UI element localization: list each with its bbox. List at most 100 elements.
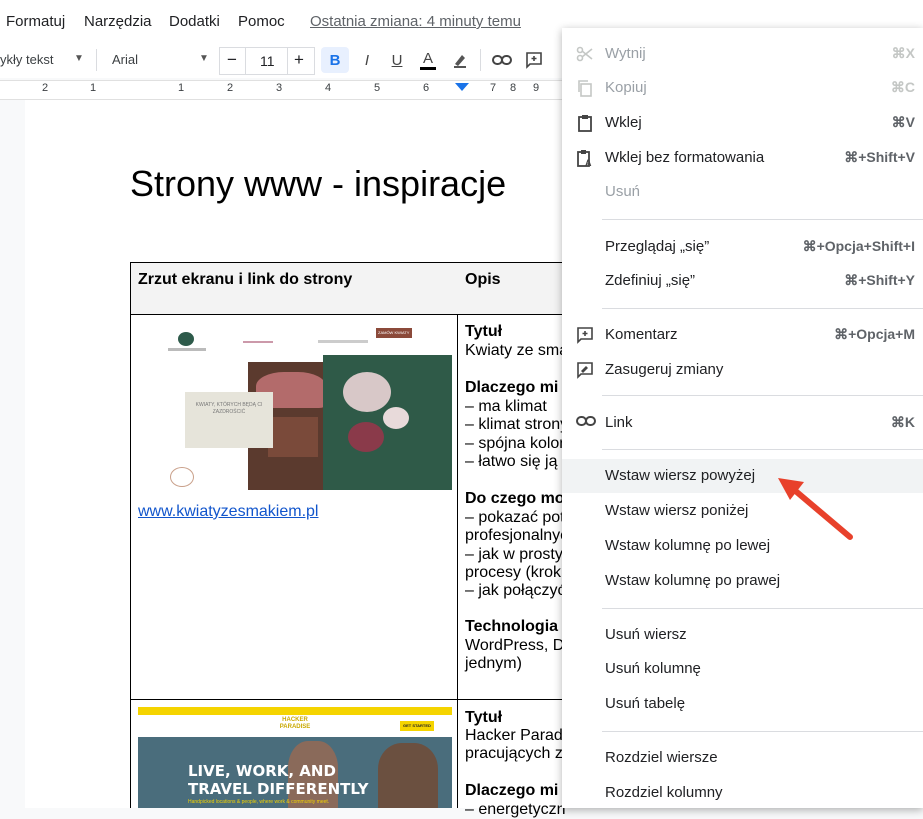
description-line: jednym) [465,655,522,672]
ruler-mark: 1 [178,82,185,94]
context-menu-label: Wklej bez formatowania [605,149,765,166]
description-line: Do czego mo [465,490,565,507]
context-menu-label: Kopiuj [605,79,647,96]
table-border [130,699,562,700]
plus-icon: + [294,50,304,69]
bold-button[interactable]: B [321,47,349,73]
context-menu-shortcut: ⌘+Shift+V [844,149,915,165]
context-menu-item[interactable]: A Wklej bez formatowania ⌘+Shift+V [562,141,923,175]
nav-dots [243,341,273,343]
context-menu-label: Zdefiniuj „się” [605,272,696,289]
context-menu-item[interactable]: Rozdziel wiersze [562,741,923,775]
announcement-bar [138,707,452,715]
context-menu-shortcut: ⌘+Opcja+Shift+I [802,238,915,254]
description-line: – energetyczn [465,801,566,818]
scissors-icon [576,45,596,63]
ruler-mark: 6 [423,82,430,94]
context-menu-item[interactable]: Komentarz ⌘+Opcja+M [562,318,923,352]
chevron-down-icon[interactable]: ▼ [199,53,209,64]
document-title: Strony www - inspiracje [130,163,507,204]
logo-tagline [168,348,206,351]
context-menu-shortcut: ⌘C [890,79,915,95]
description-line: WordPress, D [465,637,565,654]
text-color-button[interactable]: A [415,47,441,73]
last-edit-link[interactable]: Ostatnia zmiana: 4 minuty temu [310,13,521,30]
context-menu-label: Usuń [605,183,641,200]
menu-formatuj[interactable]: Formatuj [6,13,65,30]
table-border [457,262,458,808]
decorative-shell-icon [170,467,194,487]
hero-card-text: KWIATY, KTÓRYCH BĘDĄ CI ZAZDROŚCIĆ [195,402,263,415]
menu-dodatki[interactable]: Dodatki [169,13,220,30]
context-menu-item[interactable]: Wstaw kolumnę po prawej [562,564,923,598]
context-menu-item[interactable]: Usuń wiersz [562,618,923,652]
table-border [130,262,131,808]
font-select[interactable]: Arial [112,52,138,67]
flower-bloom [383,407,409,429]
underline-button[interactable]: U [384,47,410,73]
link-icon [576,414,596,432]
website-link-kwiaty[interactable]: www.kwiatyzesmakiem.pl [138,503,318,521]
hero-headline-2: TRAVEL DIFFERENTLY [188,780,369,798]
context-menu-item[interactable]: Wstaw wiersz poniżej [562,494,923,528]
menu-pomoc[interactable]: Pomoc [238,13,285,30]
description-line: – łatwo się ją [465,453,558,470]
context-menu-label: Wstaw wiersz powyżej [605,467,756,484]
clipboard-text-icon: A [576,149,596,168]
context-menu-item[interactable]: Usuń kolumnę [562,652,923,686]
highlight-pen-icon[interactable] [447,47,473,73]
get-started-button: GET STARTED [400,721,434,731]
ruler-mark: 4 [325,82,332,94]
description-line: Kwiaty ze sma [465,342,569,359]
description-line: Dlaczego mi [465,782,559,799]
context-menu-label: Rozdziel kolumny [605,784,723,801]
context-menu-label: Usuń kolumnę [605,660,701,677]
context-menu-item[interactable]: Zasugeruj zmiany [562,353,923,387]
context-menu-shortcut: ⌘V [891,114,915,130]
indent-marker-icon[interactable] [455,83,469,91]
context-menu-item[interactable]: Zdefiniuj „się” ⌘+Shift+Y [562,264,923,298]
description-line: procesy (krok [465,564,562,581]
svg-text:A: A [585,158,592,167]
order-button: ZAMÓW KWIATY [376,328,412,338]
font-size-input[interactable]: 11 [245,47,289,75]
context-menu-item[interactable]: Rozdziel kolumny [562,776,923,810]
font-size-value: 11 [260,53,275,69]
context-menu-item[interactable]: Przeglądaj „się” ⌘+Opcja+Shift+I [562,230,923,264]
site-logo: HACKER PARADISE [279,717,311,730]
ruler-mark: 7 [490,82,497,94]
context-menu-item[interactable]: Wstaw wiersz powyżej [562,459,923,493]
increase-font-button[interactable]: + [287,47,315,75]
table-header-screenshot: Zrzut ekranu i link do strony [138,271,353,288]
copy-icon [576,79,596,97]
flower-bloom [348,422,384,452]
paragraph-style-select[interactable]: ykły tekst [0,52,53,67]
table-border [130,314,562,315]
description-line: – jak połączyć [465,582,566,599]
suggest-edit-icon [576,361,596,379]
context-menu-item[interactable]: Usuń tabelę [562,687,923,721]
flower-logo-icon [178,332,194,346]
order-button-label: ZAMÓW KWIATY [378,330,410,335]
context-menu-label: Komentarz [605,326,678,343]
context-menu-label: Zasugeruj zmiany [605,361,724,378]
insert-link-icon[interactable] [490,47,514,73]
clipboard-icon [576,114,596,132]
menu-narzedzia[interactable]: Narzędzia [84,13,152,30]
context-menu-item: Kopiuj ⌘C [562,71,923,105]
context-menu-item[interactable]: Wstaw kolumnę po lewej [562,529,923,563]
description-line: Tytuł [465,709,503,726]
context-menu-item: Usuń [562,175,923,209]
nav-links [318,340,368,343]
context-menu-separator [602,449,923,450]
red-arrow-annotation [778,478,853,540]
decrease-font-button[interactable]: − [219,47,247,75]
context-menu-label: Wklej [605,114,642,131]
italic-button[interactable]: I [354,47,380,73]
chevron-down-icon[interactable]: ▼ [74,53,84,64]
add-comment-icon[interactable] [522,47,546,73]
description-line: – klimat strony [465,416,569,433]
context-menu-item[interactable]: Link ⌘K [562,406,923,440]
text-color-value: A [419,50,436,70]
context-menu-item[interactable]: Wklej ⌘V [562,106,923,140]
